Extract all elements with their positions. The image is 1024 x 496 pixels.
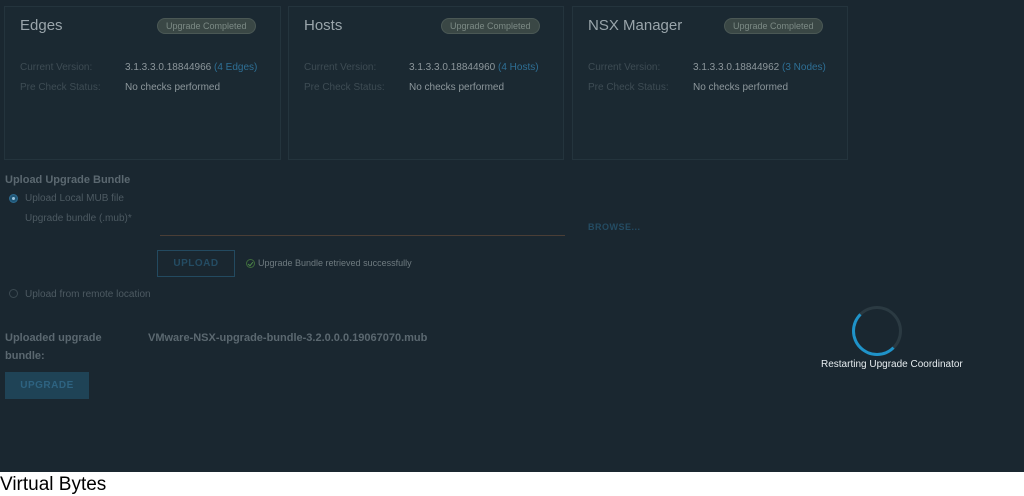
spinner-status-text: Restarting Upgrade Coordinator	[821, 359, 963, 370]
edges-version-value: 3.1.3.3.0.18844966 (4 Edges)	[125, 62, 257, 73]
hosts-count-link[interactable]: (4 Hosts)	[498, 62, 539, 73]
hosts-version-label: Current Version:	[304, 62, 377, 73]
hosts-version-number: 3.1.3.3.0.18844960	[409, 62, 496, 73]
hosts-card: Hosts Upgrade Completed Current Version:…	[288, 6, 564, 160]
edges-version-label: Current Version:	[20, 62, 93, 73]
upload-button[interactable]: UPLOAD	[157, 250, 235, 277]
upload-local-label[interactable]: Upload Local MUB file	[25, 193, 124, 204]
watermark-text: Virtual Bytes	[0, 474, 107, 495]
uploaded-bundle-value: VMware-NSX-upgrade-bundle-3.2.0.0.0.1906…	[148, 332, 428, 344]
hosts-status-badge: Upgrade Completed	[441, 18, 540, 34]
upload-section-title: Upload Upgrade Bundle	[5, 174, 131, 186]
nsx-manager-card: NSX Manager Upgrade Completed Current Ve…	[572, 6, 848, 160]
upload-success-message: Upgrade Bundle retrieved successfully	[258, 258, 412, 268]
upload-remote-radio[interactable]	[9, 289, 18, 298]
watermark-strip	[0, 472, 1024, 496]
upload-remote-label[interactable]: Upload from remote location	[25, 289, 151, 300]
nsx-manager-version-label: Current Version:	[588, 62, 661, 73]
upgrade-button[interactable]: UPGRADE	[5, 372, 89, 399]
nsx-manager-precheck-value: No checks performed	[693, 82, 789, 93]
upload-local-radio[interactable]	[9, 194, 18, 203]
edges-card-title: Edges	[20, 17, 63, 34]
nsx-manager-count-link[interactable]: (3 Nodes)	[782, 62, 826, 73]
upgrade-page: Edges Upgrade Completed Current Version:…	[0, 0, 1024, 472]
nsx-manager-version-number: 3.1.3.3.0.18844962	[693, 62, 780, 73]
browse-button[interactable]: BROWSE...	[588, 222, 641, 232]
edges-status-badge: Upgrade Completed	[157, 18, 256, 34]
upgrade-bundle-field-label: Upgrade bundle (.mub)*	[25, 213, 132, 224]
hosts-precheck-value: No checks performed	[409, 82, 505, 93]
hosts-precheck-label: Pre Check Status:	[304, 82, 385, 93]
edges-count-link[interactable]: (4 Edges)	[214, 62, 257, 73]
nsx-manager-card-title: NSX Manager	[588, 17, 683, 34]
edges-version-number: 3.1.3.3.0.18844966	[125, 62, 212, 73]
upgrade-bundle-input[interactable]	[160, 218, 565, 236]
nsx-manager-status-badge: Upgrade Completed	[724, 18, 823, 34]
nsx-manager-precheck-label: Pre Check Status:	[588, 82, 669, 93]
edges-precheck-value: No checks performed	[125, 82, 221, 93]
check-circle-icon	[246, 259, 255, 268]
nsx-manager-version-value: 3.1.3.3.0.18844962 (3 Nodes)	[693, 62, 826, 73]
edges-card: Edges Upgrade Completed Current Version:…	[4, 6, 281, 160]
hosts-card-title: Hosts	[304, 17, 343, 34]
uploaded-bundle-label: Uploaded upgrade bundle:	[5, 332, 102, 362]
hosts-version-value: 3.1.3.3.0.18844960 (4 Hosts)	[409, 62, 539, 73]
edges-precheck-label: Pre Check Status:	[20, 82, 101, 93]
loading-spinner-icon	[852, 306, 902, 356]
